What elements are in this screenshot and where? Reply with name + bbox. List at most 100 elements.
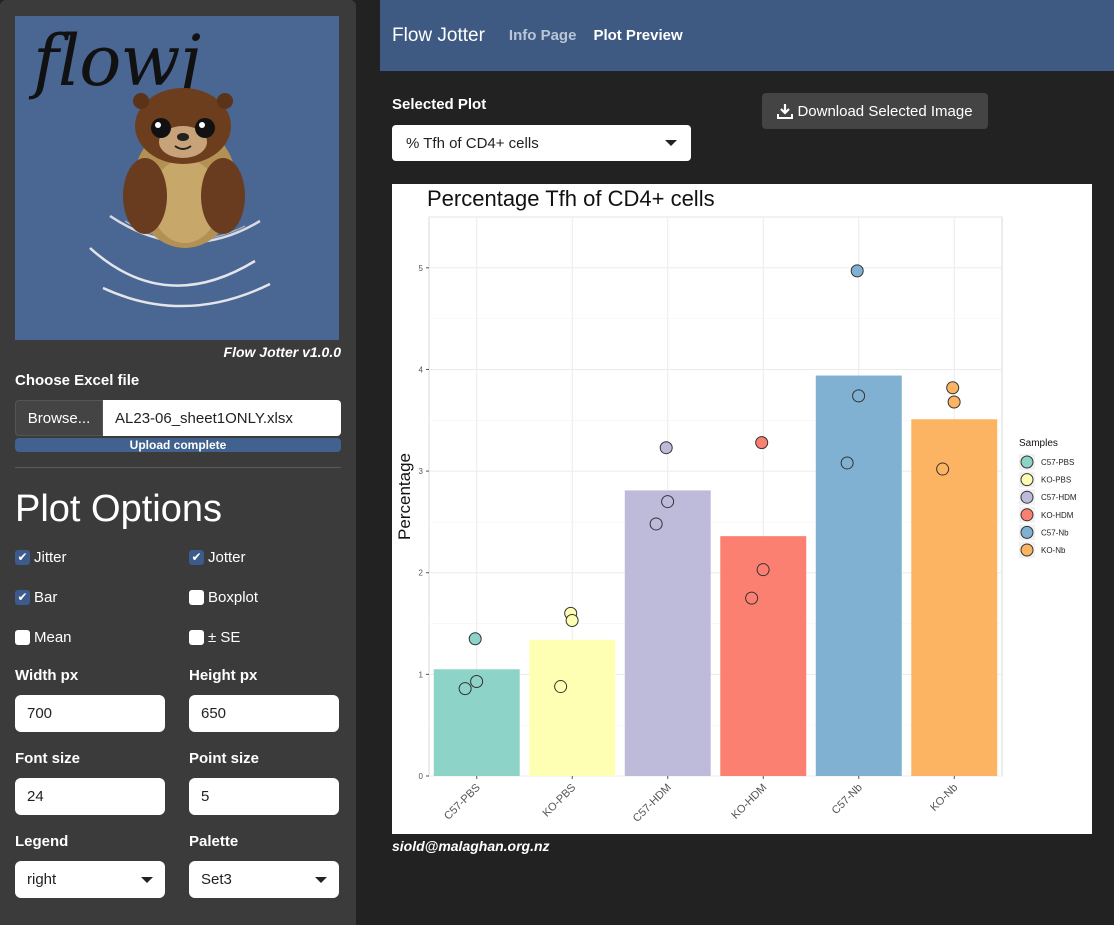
bar-chart: Percentage Tfh of CD4+ cells 0 1 2 3 4 5 Percen… <box>395 186 1077 825</box>
checkbox-empty[interactable] <box>15 629 30 645</box>
check-icon[interactable]: ✔ <box>15 549 30 565</box>
checkbox-empty[interactable] <box>189 629 204 645</box>
logo: flowj <box>15 16 339 340</box>
file-input[interactable]: Browse... AL23-06_sheet1ONLY.xlsx <box>15 400 341 436</box>
checkbox-label: Bar <box>34 588 58 606</box>
download-button-label: Download Selected Image <box>797 102 973 120</box>
width-input[interactable]: 700 <box>15 695 165 732</box>
data-point <box>850 264 864 278</box>
bar <box>911 419 998 776</box>
legend-label: KO-HDM <box>1041 511 1074 520</box>
legend-symbol <box>1020 473 1034 487</box>
data-point <box>468 632 482 646</box>
divider <box>15 467 341 468</box>
otter-icon <box>89 88 271 308</box>
bar <box>720 536 807 776</box>
plot-options-grid: ✔ Jitter ✔ Jotter ✔ Bar Boxplot Mean ± S… <box>15 537 341 898</box>
data-point <box>947 395 961 409</box>
download-icon <box>777 104 794 119</box>
data-point <box>565 613 579 627</box>
legend-symbol <box>1020 490 1034 504</box>
selected-plot-value: % Tfh of CD4+ cells <box>406 134 539 152</box>
palette-select-value: Set3 <box>201 871 232 888</box>
legend-group: Legend right <box>15 823 189 898</box>
height-input[interactable]: 650 <box>189 695 339 732</box>
palette-select[interactable]: Set3 <box>189 861 339 898</box>
width-group: Width px 700 <box>15 657 189 732</box>
checkbox-se[interactable]: ± SE <box>189 617 339 657</box>
x-tick-label: C57-PBS <box>442 782 483 823</box>
checkbox-label: Boxplot <box>208 588 259 606</box>
x-tick-label: KO-HDM <box>729 782 769 822</box>
x-tick-label: C57-Nb <box>830 782 865 817</box>
point-size-label: Point size <box>189 750 260 767</box>
legend-symbol <box>1020 543 1034 557</box>
legend-symbol <box>1020 455 1034 469</box>
legend-select-value: right <box>27 871 57 888</box>
file-name-field[interactable]: AL23-06_sheet1ONLY.xlsx <box>103 400 341 436</box>
upload-progress-bar: Upload complete <box>15 438 341 452</box>
font-size-input[interactable]: 24 <box>15 778 165 815</box>
bar <box>433 669 520 776</box>
checkbox-jotter[interactable]: ✔ Jotter <box>189 537 339 577</box>
bar <box>815 375 902 776</box>
browse-button[interactable]: Browse... <box>15 400 103 436</box>
height-group: Height px 650 <box>189 657 339 732</box>
chevron-down-icon <box>315 876 327 883</box>
brand[interactable]: Flow Jotter <box>392 25 485 47</box>
chevron-down-icon <box>665 140 677 146</box>
checkbox-empty[interactable] <box>189 589 204 605</box>
checkbox-label: Mean <box>34 628 72 646</box>
checkbox-label: Jitter <box>34 548 67 566</box>
selected-plot-select[interactable]: % Tfh of CD4+ cells <box>392 125 691 161</box>
download-button[interactable]: Download Selected Image <box>762 93 988 129</box>
y-tick-label: 5 <box>419 264 424 273</box>
legend-select[interactable]: right <box>15 861 165 898</box>
legend-label: KO-Nb <box>1041 546 1066 555</box>
data-point <box>659 441 673 455</box>
selected-plot-label: Selected Plot <box>392 96 487 113</box>
bar <box>529 639 616 776</box>
font-size-group: Font size 24 <box>15 740 189 815</box>
legend-symbol <box>1020 525 1034 539</box>
navbar: Flow Jotter Info Page Plot Preview <box>380 0 1114 71</box>
y-axis-label: Percentage <box>395 453 414 540</box>
palette-label: Palette <box>189 833 239 850</box>
height-label: Height px <box>189 667 258 684</box>
data-point <box>946 381 960 395</box>
check-icon[interactable]: ✔ <box>189 549 204 565</box>
chart-title: Percentage Tfh of CD4+ cells <box>427 186 715 211</box>
check-icon[interactable]: ✔ <box>15 589 30 605</box>
y-tick-label: 0 <box>419 772 424 781</box>
legend-symbol <box>1020 508 1034 522</box>
legend-label: C57-HDM <box>1041 493 1077 502</box>
checkbox-label: Jotter <box>208 548 246 566</box>
width-label: Width px <box>15 667 79 684</box>
bar <box>624 490 711 776</box>
y-tick-label: 2 <box>419 569 424 578</box>
footer-email: siold@malaghan.org.nz <box>392 838 550 854</box>
checkbox-bar[interactable]: ✔ Bar <box>15 577 189 617</box>
data-point <box>755 436 769 450</box>
legend-label: KO-PBS <box>1041 476 1071 485</box>
checkbox-jitter[interactable]: ✔ Jitter <box>15 537 189 577</box>
checkbox-boxplot[interactable]: Boxplot <box>189 577 339 617</box>
version-label: Flow Jotter v1.0.0 <box>223 344 341 360</box>
sidebar: flowj Flow Jotter v1.0.0 Choose Excel fi… <box>0 0 356 925</box>
nav-info-page[interactable]: Info Page <box>509 27 577 44</box>
y-tick-label: 3 <box>419 467 424 476</box>
nav-plot-preview[interactable]: Plot Preview <box>593 27 682 44</box>
plot-panel: Percentage Tfh of CD4+ cells 0 1 2 3 4 5 Percen… <box>392 184 1092 834</box>
legend-label: Legend <box>15 833 69 850</box>
x-tick-label: KO-PBS <box>540 782 578 820</box>
point-size-input[interactable]: 5 <box>189 778 339 815</box>
x-tick-label: C57-HDM <box>631 782 674 825</box>
palette-group: Palette Set3 <box>189 823 339 898</box>
file-input-label: Choose Excel file <box>15 372 140 389</box>
point-size-group: Point size 5 <box>189 740 339 815</box>
checkbox-mean[interactable]: Mean <box>15 617 189 657</box>
x-tick-label: KO-Nb <box>928 782 960 814</box>
checkbox-label: ± SE <box>208 628 241 646</box>
legend-label: C57-Nb <box>1041 528 1069 537</box>
legend-label: C57-PBS <box>1041 458 1074 467</box>
